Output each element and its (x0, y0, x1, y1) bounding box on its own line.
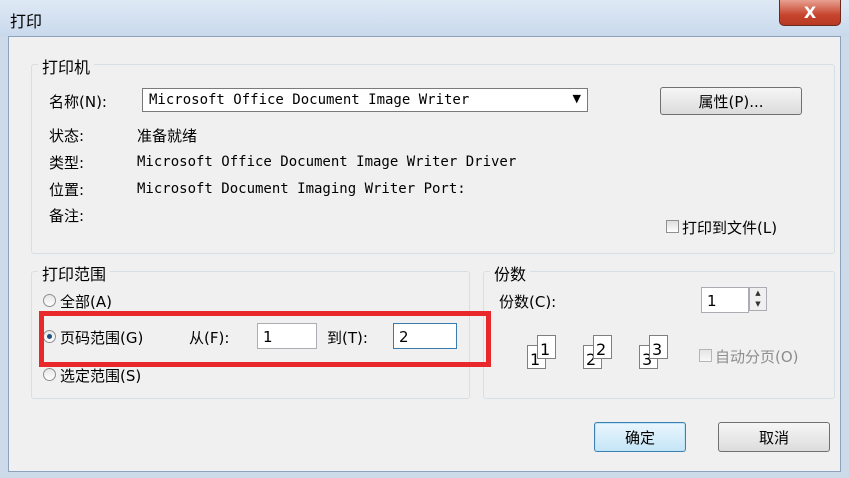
cancel-button[interactable]: 取消 (718, 422, 830, 452)
spin-up-icon[interactable]: ▲ (750, 288, 766, 299)
location-label: 位置: (49, 181, 85, 199)
collate-label[interactable]: 自动分页(O) (715, 346, 799, 367)
close-button[interactable]: X (779, 0, 841, 26)
copies-group-label: 份数 (490, 261, 531, 285)
printer-name-select[interactable]: Microsoft Office Document Image Writer ▼ (142, 88, 588, 112)
range-all-label[interactable]: 全部(A) (60, 291, 112, 312)
comment-label: 备注: (49, 207, 85, 225)
copies-count-value: 1 (707, 292, 717, 310)
copies-count-input[interactable]: 1 (701, 287, 749, 313)
highlight-box (39, 311, 491, 367)
print-to-file-label[interactable]: 打印到文件(L) (682, 217, 777, 238)
location-value: Microsoft Document Imaging Writer Port: (137, 181, 466, 197)
printer-name-label: 名称(N): (49, 93, 107, 111)
chevron-down-icon: ▼ (572, 92, 581, 105)
type-label: 类型: (49, 154, 85, 172)
title-bar: 打印 X (0, 0, 849, 36)
cancel-button-label: 取消 (758, 428, 789, 447)
window-title: 打印 (10, 12, 43, 31)
ok-button-label: 确定 (624, 428, 655, 447)
page-icon: 3 (649, 335, 668, 359)
range-selection-radio[interactable] (43, 368, 56, 381)
range-selection-label[interactable]: 选定范围(S) (60, 365, 141, 386)
page-icon: 2 (593, 335, 612, 359)
ok-button[interactable]: 确定 (594, 422, 686, 452)
type-value: Microsoft Office Document Image Writer D… (137, 154, 517, 170)
spin-down-icon[interactable]: ▼ (750, 299, 766, 310)
status-value: 准备就绪 (137, 127, 198, 145)
close-icon: X (803, 3, 817, 22)
copies-count-label: 份数(C): (499, 293, 557, 311)
status-label: 状态: (49, 127, 85, 145)
printer-group-label: 打印机 (38, 54, 95, 78)
properties-button-label: 属性(P)... (698, 92, 764, 111)
printer-name-value: Microsoft Office Document Image Writer (149, 92, 470, 108)
collate-checkbox[interactable] (699, 349, 712, 362)
properties-button[interactable]: 属性(P)... (660, 87, 802, 115)
copies-spinner[interactable]: ▲ ▼ (749, 287, 767, 311)
print-range-group-label: 打印范围 (38, 261, 111, 285)
page-icon: 1 (537, 335, 556, 359)
range-all-radio[interactable] (43, 294, 56, 307)
print-to-file-checkbox[interactable] (666, 220, 679, 233)
dialog-body: 打印机 名称(N): Microsoft Office Document Ima… (8, 36, 841, 472)
